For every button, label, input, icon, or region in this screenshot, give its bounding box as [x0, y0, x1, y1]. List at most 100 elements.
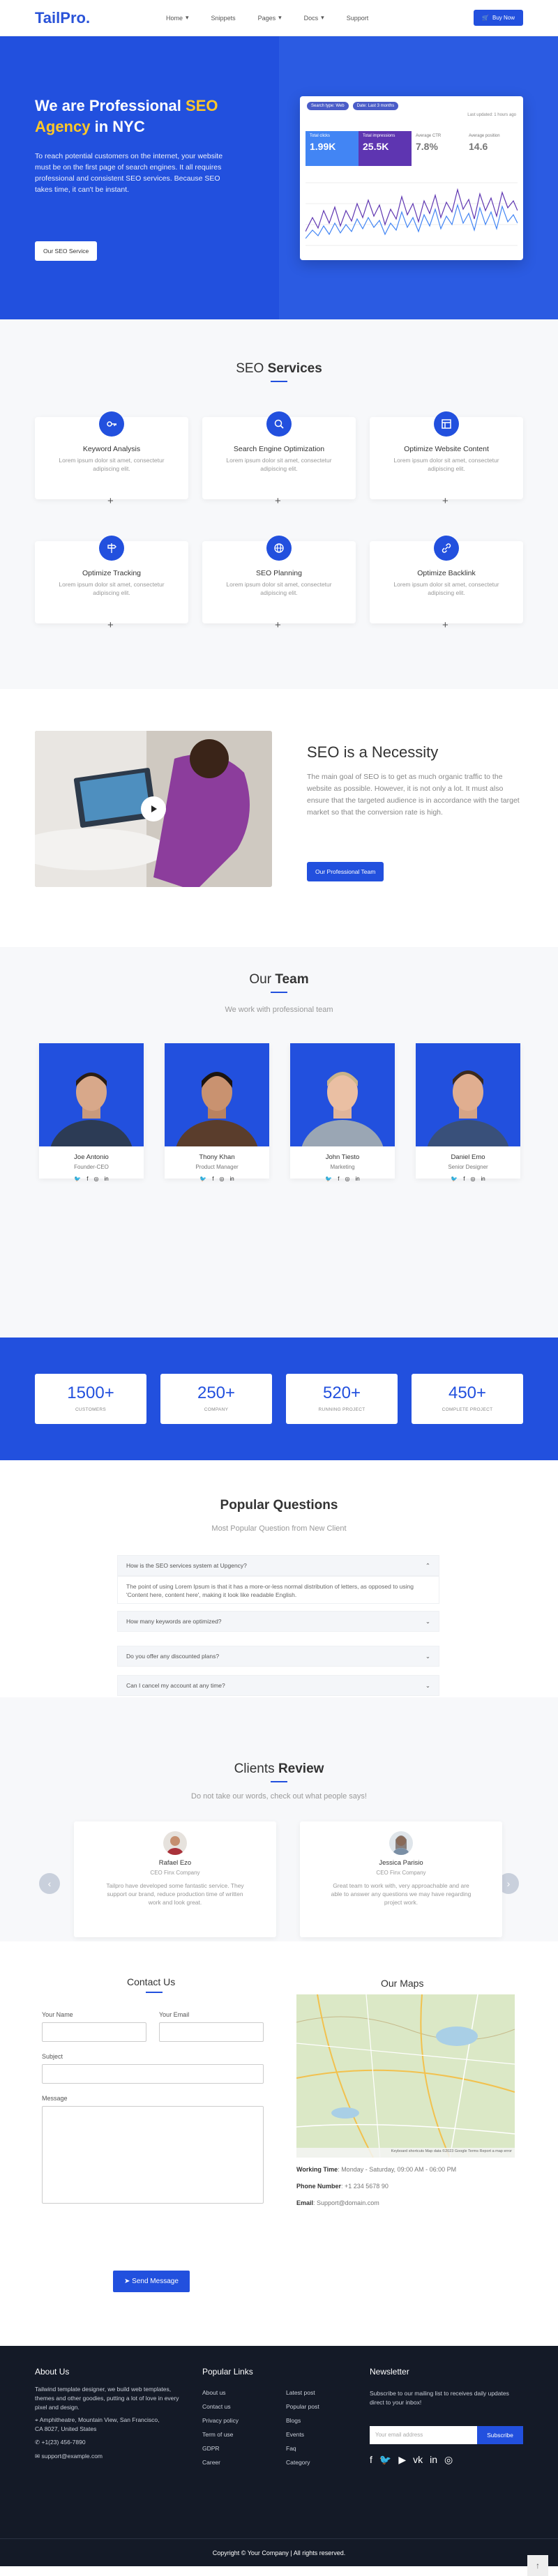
subscribe-button[interactable]: Subscribe — [477, 2426, 523, 2444]
play-icon[interactable] — [141, 796, 166, 821]
send-message-button[interactable]: ➤ Send Message — [113, 2271, 190, 2292]
twitter-icon[interactable]: 🐦 — [325, 1176, 332, 1182]
footer-link[interactable]: Career — [202, 2459, 220, 2466]
team-member-card[interactable]: Thony Khan Product Manager 🐦 f ◎ in — [165, 1043, 269, 1182]
instagram-icon[interactable]: ◎ — [219, 1176, 224, 1182]
footer-link[interactable]: Faq — [286, 2445, 296, 2452]
stat-card: 520+ RUNNING PROJECT — [286, 1374, 398, 1424]
title-part: SEO — [236, 361, 268, 376]
faq-question[interactable]: How many keywords are optimized? ⌄ — [117, 1611, 439, 1632]
service-card[interactable]: Keyword Analysis Lorem ipsum dolor sit a… — [35, 411, 188, 507]
twitter-icon[interactable]: 🐦 — [74, 1176, 81, 1182]
kpi-value: 7.8% — [416, 141, 438, 152]
email-input[interactable] — [159, 2022, 264, 2042]
kpi-card[interactable]: Total clicks 1.99K — [306, 131, 359, 166]
kpi-card[interactable]: Total impressions 25.5K — [359, 131, 412, 166]
service-card[interactable]: Search Engine Optimization Lorem ipsum d… — [202, 411, 356, 507]
footer-link[interactable]: Blogs — [286, 2417, 301, 2424]
linkedin-icon[interactable]: in — [229, 1176, 234, 1182]
faq-answer: The point of using Lorem Ipsum is that i… — [117, 1576, 439, 1604]
linkedin-icon[interactable]: in — [481, 1176, 485, 1182]
name-input[interactable] — [42, 2022, 146, 2042]
footer-link[interactable]: Events — [286, 2431, 304, 2438]
nav-item-support[interactable]: Support — [347, 14, 369, 22]
footer-link[interactable]: Contact us — [202, 2403, 231, 2410]
plus-icon[interactable]: + — [107, 495, 114, 507]
prev-arrow-icon[interactable]: ‹ — [39, 1873, 60, 1894]
stat-value: 520+ — [322, 1384, 361, 1402]
facebook-icon[interactable]: f — [212, 1176, 213, 1182]
seo-service-button[interactable]: Our SEO Service — [35, 241, 98, 261]
team-subtitle: We work with professional team — [225, 1006, 333, 1014]
service-card[interactable]: SEO Planning Lorem ipsum dolor sit amet,… — [202, 536, 356, 631]
faq-question[interactable]: Do you offer any discounted plans? ⌄ — [117, 1646, 439, 1667]
cart-icon: 🛒 — [482, 15, 489, 21]
twitter-icon[interactable]: 🐦 — [199, 1176, 206, 1182]
instagram-icon[interactable]: ◎ — [93, 1176, 98, 1182]
faq-question[interactable]: How is the SEO services system at Upgenc… — [117, 1555, 439, 1576]
plus-icon[interactable]: + — [442, 619, 448, 631]
message-textarea[interactable] — [42, 2106, 264, 2204]
email-info: Email: Support@domain.com — [296, 2199, 379, 2206]
kpi-label: Average CTR — [416, 134, 442, 138]
faq-subtitle: Most Popular Question from New Client — [211, 1524, 347, 1533]
linkedin-icon[interactable]: in — [430, 2454, 437, 2466]
plus-icon[interactable]: + — [275, 619, 281, 631]
back-to-top-icon[interactable]: ↑ — [527, 2555, 548, 2576]
footer-link[interactable]: About us — [202, 2389, 226, 2396]
member-photo — [290, 1043, 395, 1146]
title-underline — [146, 1992, 163, 1993]
footer-link[interactable]: Latest post — [286, 2389, 315, 2396]
facebook-icon[interactable]: f — [463, 1176, 465, 1182]
team-member-card[interactable]: Daniel Emo Senior Designer 🐦 f ◎ in — [416, 1043, 520, 1182]
review-text: Great team to work with, very approachab… — [331, 1882, 472, 1906]
footer-link[interactable]: GDPR — [202, 2445, 220, 2452]
facebook-icon[interactable]: f — [338, 1176, 339, 1182]
filter-chip[interactable]: Search type: Web — [307, 102, 349, 110]
plus-icon[interactable]: + — [107, 619, 114, 631]
kpi-card[interactable]: Average position 14.6 — [465, 131, 518, 166]
subject-input[interactable] — [42, 2064, 264, 2084]
nav-item-pages[interactable]: Pages ▾ — [258, 14, 282, 22]
vk-icon[interactable]: vk — [413, 2454, 423, 2466]
nav-item-snippets[interactable]: Snippets — [211, 14, 236, 22]
service-title: Optimize Website Content — [404, 445, 489, 453]
linkedin-icon[interactable]: in — [355, 1176, 359, 1182]
twitter-icon[interactable]: 🐦 — [451, 1176, 458, 1182]
service-card[interactable]: Optimize Backlink Lorem ipsum dolor sit … — [370, 536, 523, 631]
footer-link[interactable]: Category — [286, 2459, 310, 2466]
google-map[interactable]: Keyboard shortcuts Map data ©2023 Google… — [296, 1994, 515, 2158]
youtube-icon[interactable]: ▶ — [398, 2454, 406, 2466]
video-thumbnail[interactable] — [35, 731, 272, 887]
buy-now-button[interactable]: 🛒 Buy Now — [474, 10, 523, 26]
plus-icon[interactable]: + — [275, 495, 281, 507]
service-text: Lorem ipsum dolor sit amet, consectetur … — [59, 457, 165, 472]
nav-item-docs[interactable]: Docs ▾ — [304, 14, 324, 22]
footer-link[interactable]: Term of use — [202, 2431, 233, 2438]
instagram-icon[interactable]: ◎ — [444, 2454, 453, 2466]
phone[interactable]: ✆ +1(23) 456-7890 — [35, 2438, 86, 2447]
footer-link[interactable]: Privacy policy — [202, 2417, 239, 2424]
plus-icon[interactable]: + — [442, 495, 448, 507]
nav-item-home[interactable]: Home ▾ — [166, 14, 189, 22]
newsletter-email-input[interactable]: Your email address — [370, 2426, 477, 2444]
filter-chip[interactable]: Date: Last 3 months — [352, 102, 399, 110]
kpi-card[interactable]: Average CTR 7.8% — [412, 131, 465, 166]
service-card[interactable]: Optimize Website Content Lorem ipsum dol… — [370, 411, 523, 507]
instagram-icon[interactable]: ◎ — [345, 1176, 349, 1182]
facebook-icon[interactable]: f — [86, 1176, 88, 1182]
professional-team-button[interactable]: Our Professional Team — [307, 862, 384, 881]
linkedin-icon[interactable]: in — [104, 1176, 108, 1182]
brand-logo[interactable]: TailPro. — [35, 9, 166, 27]
service-title: Search Engine Optimization — [233, 445, 325, 453]
team-member-card[interactable]: John Tiesto Marketing 🐦 f ◎ in — [290, 1043, 395, 1182]
team-member-card[interactable]: Joe Antonio Founder-CEO 🐦 f ◎ in — [39, 1043, 144, 1182]
facebook-icon[interactable]: f — [370, 2454, 372, 2466]
instagram-icon[interactable]: ◎ — [470, 1176, 475, 1182]
email[interactable]: ✉ support@example.com — [35, 2452, 103, 2461]
faq-question[interactable]: Can I cancel my account at any time? ⌄ — [117, 1675, 439, 1696]
service-text: Lorem ipsum dolor sit amet, consectetur … — [393, 457, 499, 472]
service-card[interactable]: Optimize Tracking Lorem ipsum dolor sit … — [35, 536, 188, 631]
footer-link[interactable]: Popular post — [286, 2403, 319, 2410]
twitter-icon[interactable]: 🐦 — [379, 2454, 391, 2466]
